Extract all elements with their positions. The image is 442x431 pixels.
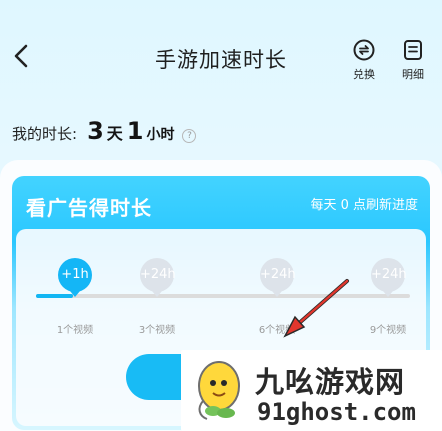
milestone-3-badge: +24h [260,258,296,292]
hours-unit: 小时 [146,127,175,143]
detail-button[interactable]: 明细 [396,38,430,82]
milestone-2: +24h 3个视频 [125,258,189,336]
ad-card-title: 看广告得时长 [26,196,152,220]
hours-value: 1 [126,117,145,145]
milestone-1-badge: +1h [58,258,92,292]
milestone-4-video: 9个视频 [369,325,407,336]
time-value: 3 天 1 小时 [87,117,174,145]
time-summary: 我的时长: 3 天 1 小时 ? [12,117,197,145]
days-unit: 天 [106,124,123,143]
days-value: 3 [87,117,105,145]
milestone-1: +1h 1个视频 [43,258,107,336]
exchange-button[interactable]: 兑换 [347,38,381,82]
milestone-1-video: 1个视频 [56,325,94,336]
exchange-label: 兑换 [353,68,375,81]
help-icon[interactable]: ? [182,129,197,143]
milestone-1-pointer [70,291,80,297]
top-bar: 手游加速时长 兑换 明细 [0,0,442,110]
watermark-name: 九吆游戏网 [255,365,406,399]
mascot-logo-icon [198,361,240,420]
milestone-2-video: 3个视频 [138,325,176,336]
watermark-url: 91ghost.com [257,398,416,426]
milestone-4-badge: +24h [371,258,407,292]
milestone-3: +24h 6个视频 [245,258,309,336]
watermark: 九吆游戏网 91ghost.com [181,350,442,431]
milestone-4: +24h 9个视频 [356,258,420,336]
refresh-note: 每天 0 点刷新进度 [310,198,418,213]
milestone-2-badge: +24h [140,258,176,292]
time-label: 我的时长: [12,125,78,143]
detail-icon [404,40,422,60]
milestone-3-video: 6个视频 [258,325,296,336]
detail-label: 明细 [402,68,424,81]
exchange-icon [353,39,375,61]
